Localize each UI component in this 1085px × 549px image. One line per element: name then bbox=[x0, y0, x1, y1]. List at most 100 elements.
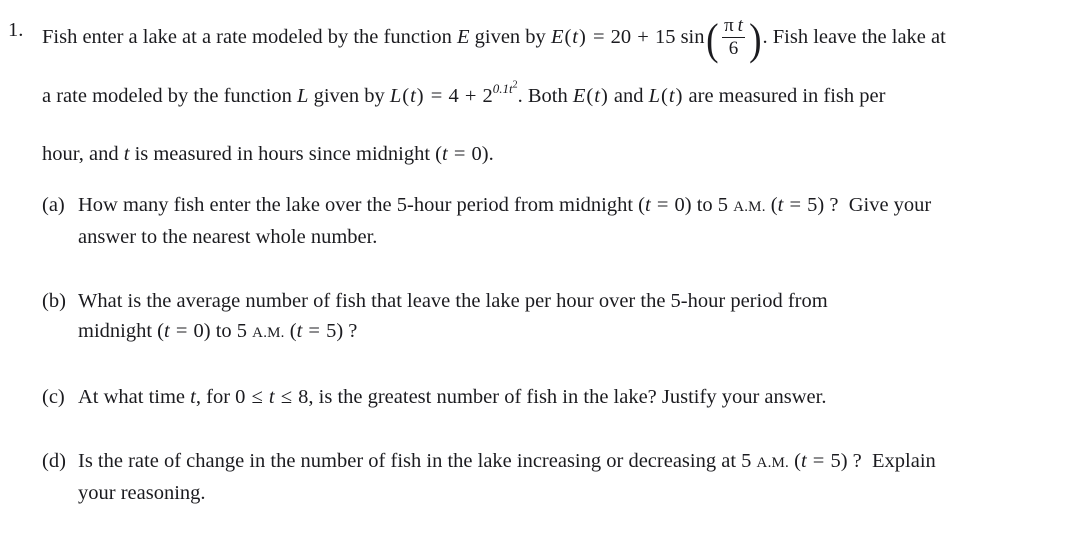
part-b-text-5: 5) ? bbox=[326, 320, 358, 342]
paren-open-2: ( bbox=[402, 85, 410, 108]
var-t-b1: t bbox=[163, 320, 170, 342]
var-E-2: E bbox=[550, 26, 564, 48]
paren-close-3: ) bbox=[600, 85, 608, 108]
part-d-text-1: Is the rate of change in the number of f… bbox=[78, 450, 752, 472]
part-c-body: At what time t, for 0 ≤ t ≤ 8, is the gr… bbox=[78, 382, 1085, 412]
leq-c1: ≤ bbox=[251, 386, 263, 408]
part-a-line-1: How many fish enter the lake over the 5-… bbox=[78, 190, 1085, 222]
part-b-label: (b) bbox=[42, 290, 66, 312]
var-t-d1: t bbox=[800, 450, 807, 472]
var-t-c2: t bbox=[268, 386, 275, 408]
stem-text-a: Fish enter a lake at a rate modeled by t… bbox=[42, 26, 452, 48]
part-b-line-2: midnight (t = 0) to 5 A.M. (t = 5) ? bbox=[78, 316, 1085, 348]
paren-close-2: ) bbox=[416, 85, 424, 108]
paren-close-4: ) bbox=[675, 85, 683, 108]
problem-parts: (a) How many fish enter the lake over th… bbox=[0, 190, 1085, 542]
exponent-power: 2 bbox=[512, 80, 518, 92]
part-c-text-2: , for 0 bbox=[195, 386, 246, 408]
stem-text-g: and bbox=[613, 85, 644, 108]
stem-text-c: . Fish leave the lake at bbox=[762, 26, 946, 48]
stem-text-e: given by bbox=[313, 85, 385, 108]
part-a-text-5: answer to the nearest whole number. bbox=[78, 226, 378, 248]
var-t-b2: t bbox=[296, 320, 303, 342]
var-t-a1: t bbox=[645, 194, 651, 216]
var-t-2: t bbox=[410, 85, 416, 108]
stem-text-f: . Both bbox=[517, 85, 568, 108]
paren-close-1: ) bbox=[579, 26, 586, 48]
num-4: 4 bbox=[448, 85, 459, 108]
problem-stem: Fish enter a lake at a rate modeled by t… bbox=[42, 8, 1073, 183]
part-c-text-1: At what time bbox=[78, 386, 186, 408]
fraction-numerator: π t bbox=[724, 14, 743, 36]
time-label-am-b: A.M. bbox=[252, 325, 285, 341]
var-E-3: E bbox=[572, 85, 586, 108]
stem-line-2: a rate modeled by the function L given b… bbox=[42, 67, 1073, 125]
paren-open-4: ( bbox=[661, 85, 668, 108]
stem-text-b: given by bbox=[474, 26, 546, 48]
exponent-coefficient: 0.1 bbox=[492, 81, 509, 97]
part-d-text-3: 5) ? Explain bbox=[830, 450, 936, 472]
part-c-line-1: At what time t, for 0 ≤ t ≤ 8, is the gr… bbox=[78, 382, 1085, 412]
part-a-line-2: answer to the nearest whole number. bbox=[78, 222, 1085, 252]
leq-c2: ≤ bbox=[280, 386, 293, 408]
var-L-2: L bbox=[389, 85, 402, 108]
stem-text-j: is measured in hours since midnight ( bbox=[134, 143, 443, 166]
part-a-text-2: 0) to 5 bbox=[674, 194, 729, 216]
part-a-text-4: 5) ? Give your bbox=[807, 194, 932, 216]
var-E-1: E bbox=[456, 26, 470, 48]
part-b-text-3: 0) to 5 bbox=[193, 320, 248, 342]
plus-1: + bbox=[637, 26, 649, 48]
part-a-body: How many fish enter the lake over the 5-… bbox=[78, 190, 1085, 252]
part-d: (d) Is the rate of change in the number … bbox=[42, 446, 1085, 508]
stem-text-k: 0). bbox=[471, 143, 494, 166]
stem-text-h: are measured in fish per bbox=[688, 85, 886, 108]
part-a: (a) How many fish enter the lake over th… bbox=[42, 190, 1085, 252]
stem-line-3: hour, and t is measured in hours since m… bbox=[42, 125, 1073, 183]
document-page: 1. Fish enter a lake at a rate modeled b… bbox=[0, 0, 1085, 549]
part-d-line-2: your reasoning. bbox=[78, 478, 1085, 508]
var-t-a2: t bbox=[777, 194, 784, 216]
var-L-3: L bbox=[648, 85, 661, 108]
part-b-text-2: midnight ( bbox=[78, 320, 164, 342]
num-15: 15 bbox=[654, 26, 676, 48]
part-c-label: (c) bbox=[42, 386, 65, 408]
part-d-text-2: ( bbox=[794, 450, 801, 472]
part-a-text-3: ( bbox=[770, 194, 778, 216]
equals-a1: = bbox=[656, 194, 669, 216]
equals-d1: = bbox=[812, 450, 825, 472]
problem-number: 1. bbox=[8, 19, 24, 41]
equals-b2: = bbox=[308, 320, 320, 342]
part-d-line-1: Is the rate of change in the number of f… bbox=[78, 446, 1085, 478]
part-a-label: (a) bbox=[42, 194, 65, 216]
equals-b1: = bbox=[175, 320, 188, 342]
part-d-text-4: your reasoning. bbox=[78, 482, 206, 504]
equals-1: = bbox=[592, 26, 605, 48]
part-c: (c) At what time t, for 0 ≤ t ≤ 8, is th… bbox=[42, 382, 1085, 412]
paren-open-3: ( bbox=[586, 85, 594, 108]
equals-3: = bbox=[453, 143, 466, 166]
var-L-1: L bbox=[297, 85, 309, 108]
problem-1: 1. Fish enter a lake at a rate modeled b… bbox=[0, 8, 1085, 183]
paren-open-1: ( bbox=[564, 26, 572, 48]
stem-text-d: a rate modeled by the function bbox=[42, 85, 292, 108]
equals-a2: = bbox=[789, 194, 802, 216]
plus-2: + bbox=[464, 85, 477, 108]
stem-text-i: hour, and bbox=[42, 143, 119, 166]
time-label-am-d: A.M. bbox=[756, 455, 790, 471]
var-t-5: t bbox=[123, 143, 130, 166]
part-d-body: Is the rate of change in the number of f… bbox=[78, 446, 1085, 508]
equals-2: = bbox=[430, 85, 443, 108]
sin-argument-group: (π t 6) bbox=[705, 14, 762, 64]
fraction-pi-t-over-6: π t 6 bbox=[721, 14, 746, 60]
part-a-text-1: How many fish enter the lake over the 5-… bbox=[78, 194, 646, 216]
part-b: (b) What is the average number of fish t… bbox=[42, 286, 1085, 348]
part-b-text-4: ( bbox=[289, 320, 297, 342]
part-b-text-1: What is the average number of fish that … bbox=[78, 290, 828, 312]
exponent-expression: 0.1t2 bbox=[493, 81, 518, 96]
var-t-4: t bbox=[668, 85, 675, 108]
part-c-text-3: 8, is the greatest number of fish in the… bbox=[298, 386, 827, 408]
part-b-line-1: What is the average number of fish that … bbox=[78, 286, 1085, 316]
sin-operator: sin bbox=[680, 26, 705, 48]
part-b-body: What is the average number of fish that … bbox=[78, 286, 1085, 348]
num-20: 20 bbox=[610, 26, 632, 48]
